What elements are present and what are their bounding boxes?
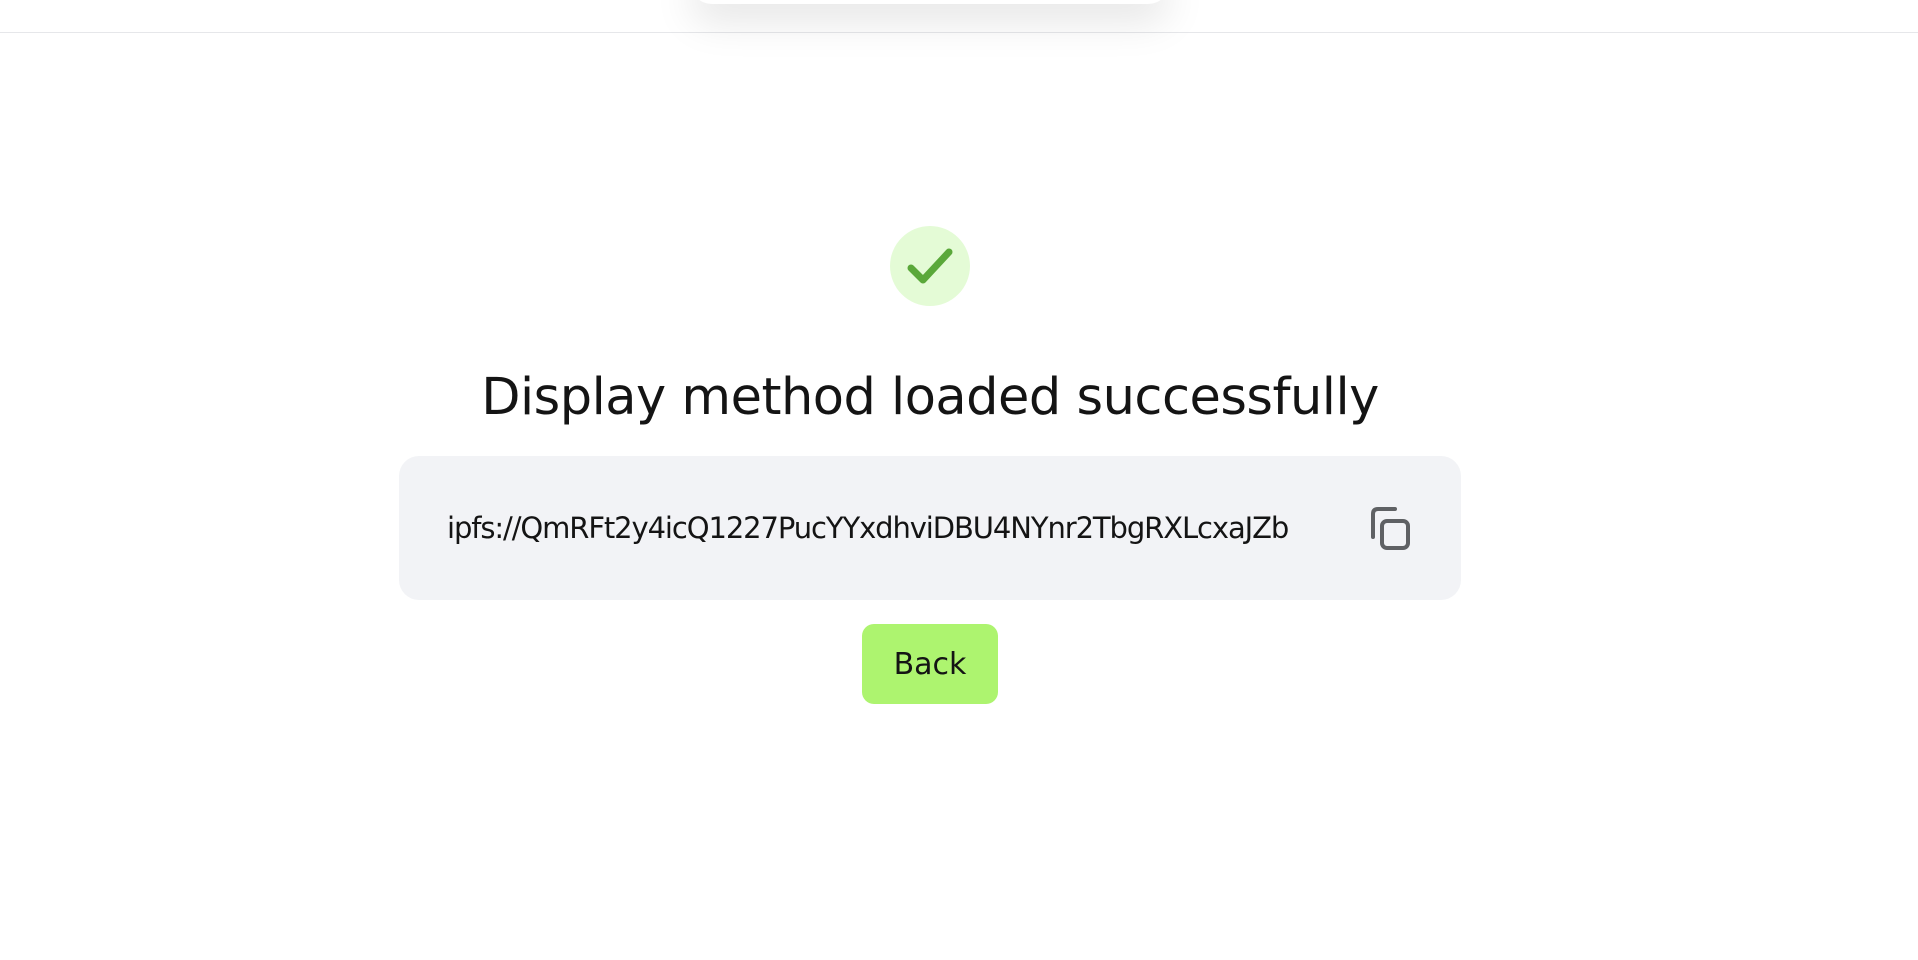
back-button[interactable]: Back: [862, 624, 998, 704]
page: Display method loaded successfully ipfs:…: [0, 0, 1918, 960]
success-badge: [890, 226, 970, 306]
page-title: Display method loaded successfully: [481, 368, 1379, 427]
top-bar: [0, 0, 1918, 33]
checkmark-icon: [907, 248, 953, 284]
copy-icon: [1371, 507, 1410, 550]
uri-panel: ipfs://QmRFt2y4icQ1227PucYYxdhviDBU4NYnr…: [399, 456, 1461, 600]
copy-button[interactable]: [1366, 505, 1414, 553]
top-bar-shadow: [690, 0, 1170, 4]
uri-text: ipfs://QmRFt2y4icQ1227PucYYxdhviDBU4NYnr…: [447, 511, 1289, 545]
